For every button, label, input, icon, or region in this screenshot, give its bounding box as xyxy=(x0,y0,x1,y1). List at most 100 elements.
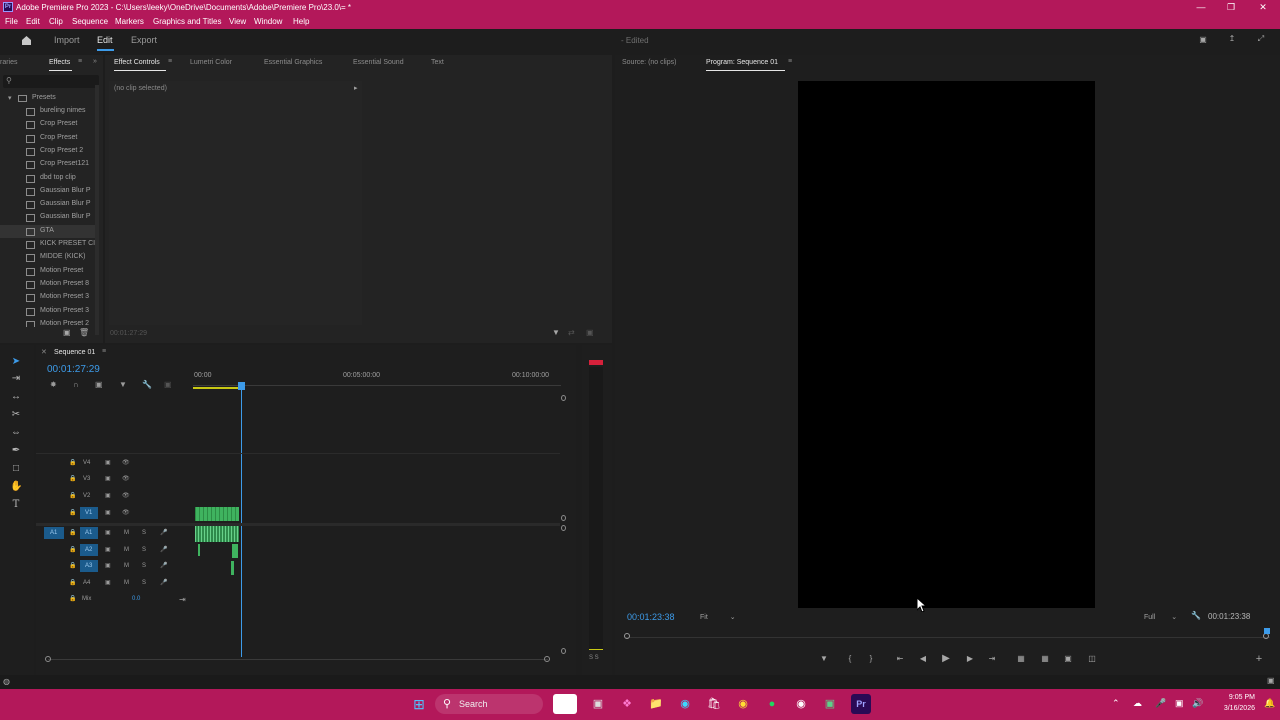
scroll-handle-top[interactable] xyxy=(561,395,566,401)
close-button[interactable]: ✕ xyxy=(1248,0,1278,15)
play-icon[interactable]: ▶ xyxy=(940,653,952,664)
solo-button[interactable]: S xyxy=(142,563,146,569)
preset-item[interactable]: Crop Preset 2 xyxy=(26,145,96,158)
razor-tool-icon[interactable]: ✂ xyxy=(10,409,22,421)
program-playhead[interactable] xyxy=(1264,628,1270,634)
menu-markers[interactable]: Markers xyxy=(115,15,144,29)
h-scroll-right-handle[interactable] xyxy=(544,656,550,662)
step-back-icon[interactable]: ◀ xyxy=(917,654,929,663)
menu-view[interactable]: View xyxy=(229,15,246,29)
ripple-edit-tool-icon[interactable]: ↔ xyxy=(10,391,22,403)
tab-effect-controls[interactable]: Effect Controls xyxy=(114,59,160,66)
close-icon[interactable]: ✕ xyxy=(41,348,47,356)
presets-folder-label[interactable]: Presets xyxy=(32,94,56,101)
selection-tool-icon[interactable]: ➤ xyxy=(10,356,22,368)
preset-item[interactable]: Motion Preset 3 xyxy=(26,291,96,304)
video-clip[interactable] xyxy=(195,507,239,521)
panel-menu-icon[interactable]: ≡ xyxy=(168,58,172,65)
effects-scrollbar[interactable] xyxy=(95,85,99,335)
menu-graphics-and-titles[interactable]: Graphics and Titles xyxy=(153,15,221,29)
scroll-handle-mid2[interactable] xyxy=(561,525,566,531)
tab-effects[interactable]: Effects xyxy=(49,59,70,66)
work-area-bar[interactable] xyxy=(193,387,241,389)
taskbar-search-box[interactable]: ⚲ Search xyxy=(435,694,543,714)
solo-button[interactable]: S xyxy=(142,547,146,553)
workspace-icon[interactable]: ▣ xyxy=(1197,35,1209,44)
chrome-icon[interactable]: ◉ xyxy=(733,694,753,714)
audio-clip-a2-part[interactable] xyxy=(198,544,200,556)
menu-edit[interactable]: Edit xyxy=(26,15,40,29)
menu-clip[interactable]: Clip xyxy=(49,15,63,29)
timeline-ruler[interactable]: 00:00 00:05:00:00 00:10:00:00 xyxy=(193,372,561,390)
audio-clip-a1[interactable] xyxy=(195,526,239,542)
lock-icon[interactable]: 🔒 xyxy=(69,595,76,602)
panel-menu-icon[interactable]: ≡ xyxy=(102,348,106,355)
mute-button[interactable]: M xyxy=(124,547,129,553)
lock-icon[interactable]: 🔒 xyxy=(69,546,76,553)
mute-button[interactable]: M xyxy=(124,563,129,569)
spotify-icon[interactable]: ● xyxy=(762,694,782,714)
pen-tool-icon[interactable]: ✒ xyxy=(10,445,22,457)
preset-item[interactable]: GTA xyxy=(0,224,96,238)
sync-lock-icon[interactable]: ▣ xyxy=(105,562,111,569)
sync-lock-icon[interactable]: ▣ xyxy=(105,475,111,482)
tab-lumetri-color[interactable]: Lumetri Color xyxy=(190,59,232,66)
rectangle-tool-icon[interactable]: □ xyxy=(10,463,22,475)
eye-icon[interactable]: 👁 xyxy=(122,492,130,499)
nest-icon[interactable]: ✸ xyxy=(50,380,57,389)
lock-icon[interactable]: 🔒 xyxy=(69,529,76,536)
copilot-icon[interactable]: ❖ xyxy=(617,694,637,714)
preset-item[interactable]: Crop Preset xyxy=(26,118,96,131)
maximize-button[interactable]: ❐ xyxy=(1216,0,1246,15)
extract-icon[interactable]: ▦ xyxy=(1039,654,1051,663)
preset-item[interactable]: Motion Preset 2 xyxy=(26,318,96,327)
panel-menu-icon[interactable]: ≡ xyxy=(78,58,82,65)
ruler-start-handle[interactable] xyxy=(624,633,630,639)
scroll-handle-mid[interactable] xyxy=(561,515,566,521)
lift-icon[interactable]: ▦ xyxy=(1015,654,1027,663)
solo-button[interactable]: S xyxy=(142,580,146,586)
search-highlight-icon[interactable] xyxy=(553,694,577,714)
task-view-icon[interactable]: ▣ xyxy=(588,694,608,714)
filter-icon[interactable]: ▼ xyxy=(552,328,560,337)
h-scroll-left-handle[interactable] xyxy=(45,656,51,662)
sync-lock-icon[interactable]: ▣ xyxy=(105,529,111,536)
preset-item[interactable]: Crop Preset121 xyxy=(26,158,96,171)
trash-icon[interactable]: 🗑 xyxy=(79,328,89,337)
fullscreen-icon[interactable]: ⤢ xyxy=(1255,34,1267,44)
compare-icon[interactable]: ◫ xyxy=(1086,654,1098,663)
preset-item[interactable]: KICK PRESET CI xyxy=(26,238,96,251)
snap-icon[interactable]: ∩ xyxy=(73,380,79,389)
audio-clip-a2[interactable] xyxy=(232,544,238,558)
lock-icon[interactable]: 🔒 xyxy=(69,562,76,569)
microphone-icon[interactable]: 🎤 xyxy=(160,579,167,586)
taskbar-date[interactable]: 3/16/2026 xyxy=(1209,705,1255,712)
eye-icon[interactable]: 👁 xyxy=(122,509,130,516)
preset-item[interactable]: dbd top clip xyxy=(26,172,96,185)
go-to-out-icon[interactable]: ⇥ xyxy=(986,654,998,663)
mix-value[interactable]: 0.0 xyxy=(132,596,140,602)
workspace-export[interactable]: Export xyxy=(131,35,157,45)
sync-lock-icon[interactable]: ▣ xyxy=(105,546,111,553)
preset-item[interactable]: Gaussian Blur P xyxy=(26,185,96,198)
lock-icon[interactable]: 🔒 xyxy=(69,459,76,466)
lock-icon[interactable]: 🔒 xyxy=(69,475,76,482)
tab-essential-graphics[interactable]: Essential Graphics xyxy=(264,59,322,66)
chevron-down-icon[interactable]: ▾ xyxy=(8,94,12,102)
notification-bell-icon[interactable]: 🔔 xyxy=(1264,698,1275,709)
preset-item[interactable]: Gaussian Blur P xyxy=(26,211,96,224)
eye-icon[interactable]: 👁 xyxy=(122,475,130,482)
mute-button[interactable]: M xyxy=(124,530,129,536)
tab-program[interactable]: Program: Sequence 01 xyxy=(706,59,778,66)
program-time-ruler[interactable] xyxy=(624,628,1270,639)
mark-out-icon[interactable]: } xyxy=(865,654,877,663)
menu-window[interactable]: Window xyxy=(254,15,282,29)
panel-menu-icon[interactable]: ≡ xyxy=(788,58,792,65)
add-marker-icon[interactable]: ▼ xyxy=(119,380,127,389)
track-select-tool-icon[interactable]: ⇥ xyxy=(10,373,22,385)
mute-button[interactable]: M xyxy=(124,580,129,586)
captions-icon[interactable]: ▣ xyxy=(164,380,172,389)
minimize-button[interactable]: — xyxy=(1186,0,1216,15)
meter-peak-indicator[interactable] xyxy=(589,360,603,365)
steam-icon[interactable]: ◉ xyxy=(791,694,811,714)
